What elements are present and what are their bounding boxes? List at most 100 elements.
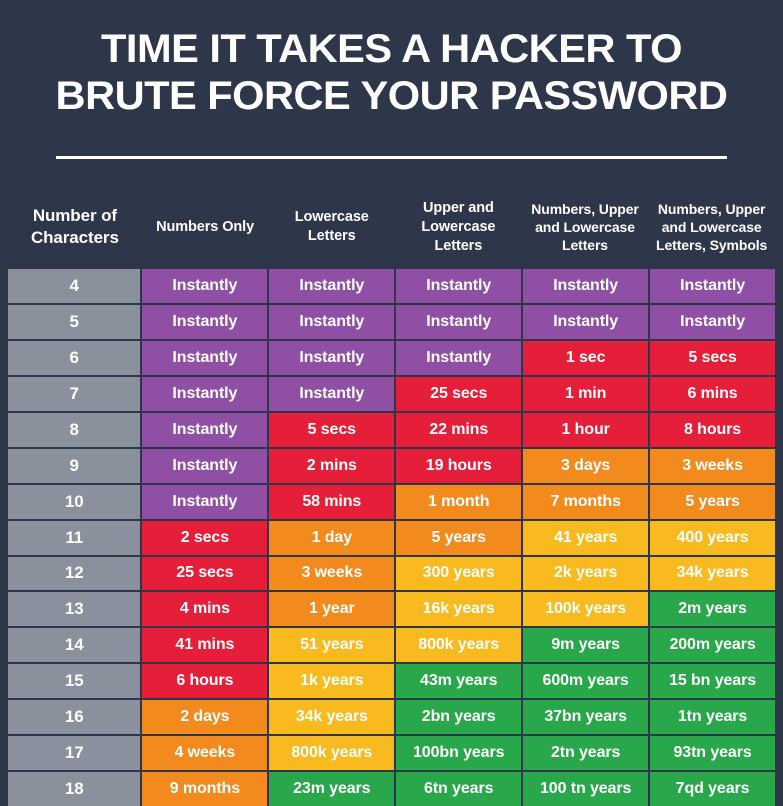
crack-time-cell: Instantly — [269, 376, 395, 411]
crack-time-cell: 34k years — [650, 556, 776, 591]
crack-time-cell: 5 years — [396, 520, 522, 555]
crack-time-cell: 15 bn years — [650, 664, 776, 699]
crack-time-cell: 4 mins — [142, 592, 268, 627]
crack-time-cell: 3 days — [523, 448, 649, 483]
row-header-character-count: 15 — [8, 664, 141, 699]
crack-time-cell: 25 secs — [142, 556, 268, 591]
crack-time-cell: 9m years — [523, 628, 649, 663]
row-header-character-count: 8 — [8, 412, 141, 447]
crack-time-cell: 93tn years — [650, 736, 776, 771]
column-header-lowercase-letters: Lowercase Letters — [294, 209, 369, 244]
table-row: 10 Instantly 58 mins 1 month 7 months 5 years — [8, 484, 776, 519]
crack-time-cell: Instantly — [650, 304, 776, 339]
crack-time-cell: 22 mins — [396, 412, 522, 447]
crack-time-cell: 5 secs — [269, 412, 395, 447]
crack-time-cell: 200m years — [650, 628, 776, 663]
crack-time-cell: Instantly — [142, 448, 268, 483]
crack-time-cell: 1 sec — [523, 340, 649, 375]
crack-time-cell: 800k years — [269, 736, 395, 771]
crack-time-cell: 1k years — [269, 664, 395, 699]
crack-time-cell: 2m years — [650, 592, 776, 627]
crack-time-cell: 3 weeks — [650, 448, 776, 483]
crack-time-cell: 2 mins — [269, 448, 395, 483]
crack-time-cell: Instantly — [396, 304, 522, 339]
crack-time-cell: 41 mins — [142, 628, 268, 663]
crack-time-cell: 51 years — [269, 628, 395, 663]
crack-time-cell: 600m years — [523, 664, 649, 699]
crack-time-cell: 19 hours — [396, 448, 522, 483]
crack-time-cell: 9 months — [142, 772, 268, 806]
title-divider — [56, 156, 727, 159]
column-header-numbers-upper-lowercase-letters: Numbers, Upper and Lowercase Letters — [531, 201, 639, 253]
crack-time-cell: Instantly — [142, 484, 268, 519]
crack-time-cell: 2tn years — [523, 736, 649, 771]
page-title-line-2: BRUTE FORCE YOUR PASSWORD — [55, 74, 728, 118]
crack-time-cell: 7qd years — [650, 772, 776, 806]
crack-time-cell: 100bn years — [396, 736, 522, 771]
column-header-number-of-characters: Number of Characters — [30, 206, 119, 247]
crack-time-cell: 25 secs — [396, 376, 522, 411]
row-header-character-count: 14 — [8, 628, 141, 663]
table-row: 6 Instantly Instantly Instantly 1 sec 5 secs — [8, 340, 776, 375]
row-header-character-count: 4 — [8, 269, 141, 303]
crack-time-cell: 5 years — [650, 484, 776, 519]
crack-time-cell: 4 weeks — [142, 736, 268, 771]
crack-time-cell: 58 mins — [269, 484, 395, 519]
crack-time-cell: 6 mins — [650, 376, 776, 411]
crack-time-cell: 2 secs — [142, 520, 268, 555]
column-header-numbers-only: Numbers Only — [156, 218, 255, 235]
table-row: 15 6 hours 1k years 43m years 600m years 15 b… — [8, 664, 776, 699]
crack-time-cell: Instantly — [523, 304, 649, 339]
row-header-character-count: 11 — [8, 520, 141, 555]
crack-time-cell: 34k years — [269, 700, 395, 735]
table-row: 18 9 months 23m years 6tn years 100 tn years… — [8, 772, 776, 806]
crack-time-cell: Instantly — [650, 269, 776, 303]
crack-time-cell: 1 month — [396, 484, 522, 519]
crack-time-cell: 2 days — [142, 700, 268, 735]
crack-time-cell: 1 day — [269, 520, 395, 555]
crack-time-cell: 6 hours — [142, 664, 268, 699]
crack-time-cell: 400 years — [650, 520, 776, 555]
table-row: 14 41 mins 51 years 800k years 9m years 200m … — [8, 628, 776, 663]
table-body: 4 Instantly Instantly Instantly Instantly Ins… — [8, 269, 776, 806]
crack-time-cell: 100k years — [523, 592, 649, 627]
crack-time-cell: Instantly — [523, 269, 649, 303]
column-header-numbers-upper-lowercase-letters-symbols: Numbers, Upper and Lowercase Letters, Sy… — [656, 201, 768, 253]
row-header-character-count: 6 — [8, 340, 141, 375]
row-header-character-count: 5 — [8, 304, 141, 339]
password-strength-infographic: TIME IT TAKES A HACKER TO BRUTE FORCE YO… — [0, 0, 783, 806]
crack-time-cell: Instantly — [142, 340, 268, 375]
crack-time-cell: 300 years — [396, 556, 522, 591]
row-header-character-count: 9 — [8, 448, 141, 483]
table-row: 12 25 secs 3 weeks 300 years 2k years 34k yea… — [8, 556, 776, 591]
crack-time-cell: 37bn years — [523, 700, 649, 735]
page-title-line-1: TIME IT TAKES A HACKER TO — [101, 27, 682, 71]
table-header-row: Number of Characters Numbers Only Lowerc… — [8, 185, 775, 269]
table-row: 17 4 weeks 800k years 100bn years 2tn years 9… — [8, 736, 776, 771]
crack-time-cell: Instantly — [142, 376, 268, 411]
row-header-character-count: 7 — [8, 376, 141, 411]
table-row: 16 2 days 34k years 2bn years 37bn years 1tn … — [8, 700, 776, 735]
table-row: 13 4 mins 1 year 16k years 100k years 2m year… — [8, 592, 776, 627]
crack-time-cell: 100 tn years — [523, 772, 649, 806]
crack-time-cell: 1 min — [523, 376, 649, 411]
crack-time-cell: Instantly — [269, 304, 395, 339]
crack-time-cell: Instantly — [396, 340, 522, 375]
row-header-character-count: 10 — [8, 484, 141, 519]
password-crack-time-table: Number of Characters Numbers Only Lowerc… — [8, 185, 776, 806]
crack-time-cell: 43m years — [396, 664, 522, 699]
crack-time-cell: 8 hours — [650, 412, 776, 447]
crack-time-cell: 3 weeks — [269, 556, 395, 591]
crack-time-cell: 1tn years — [650, 700, 776, 735]
crack-time-cell: 2bn years — [396, 700, 522, 735]
row-header-character-count: 16 — [8, 700, 141, 735]
crack-time-cell: 16k years — [396, 592, 522, 627]
crack-time-cell: 23m years — [269, 772, 395, 806]
crack-time-cell: Instantly — [142, 269, 268, 303]
crack-time-cell: 5 secs — [650, 340, 776, 375]
crack-time-cell: 41 years — [523, 520, 649, 555]
crack-time-cell: Instantly — [269, 340, 395, 375]
crack-time-cell: Instantly — [142, 412, 268, 447]
crack-time-cell: Instantly — [396, 269, 522, 303]
table-row: 11 2 secs 1 day 5 years 41 years 400 years — [8, 520, 776, 555]
